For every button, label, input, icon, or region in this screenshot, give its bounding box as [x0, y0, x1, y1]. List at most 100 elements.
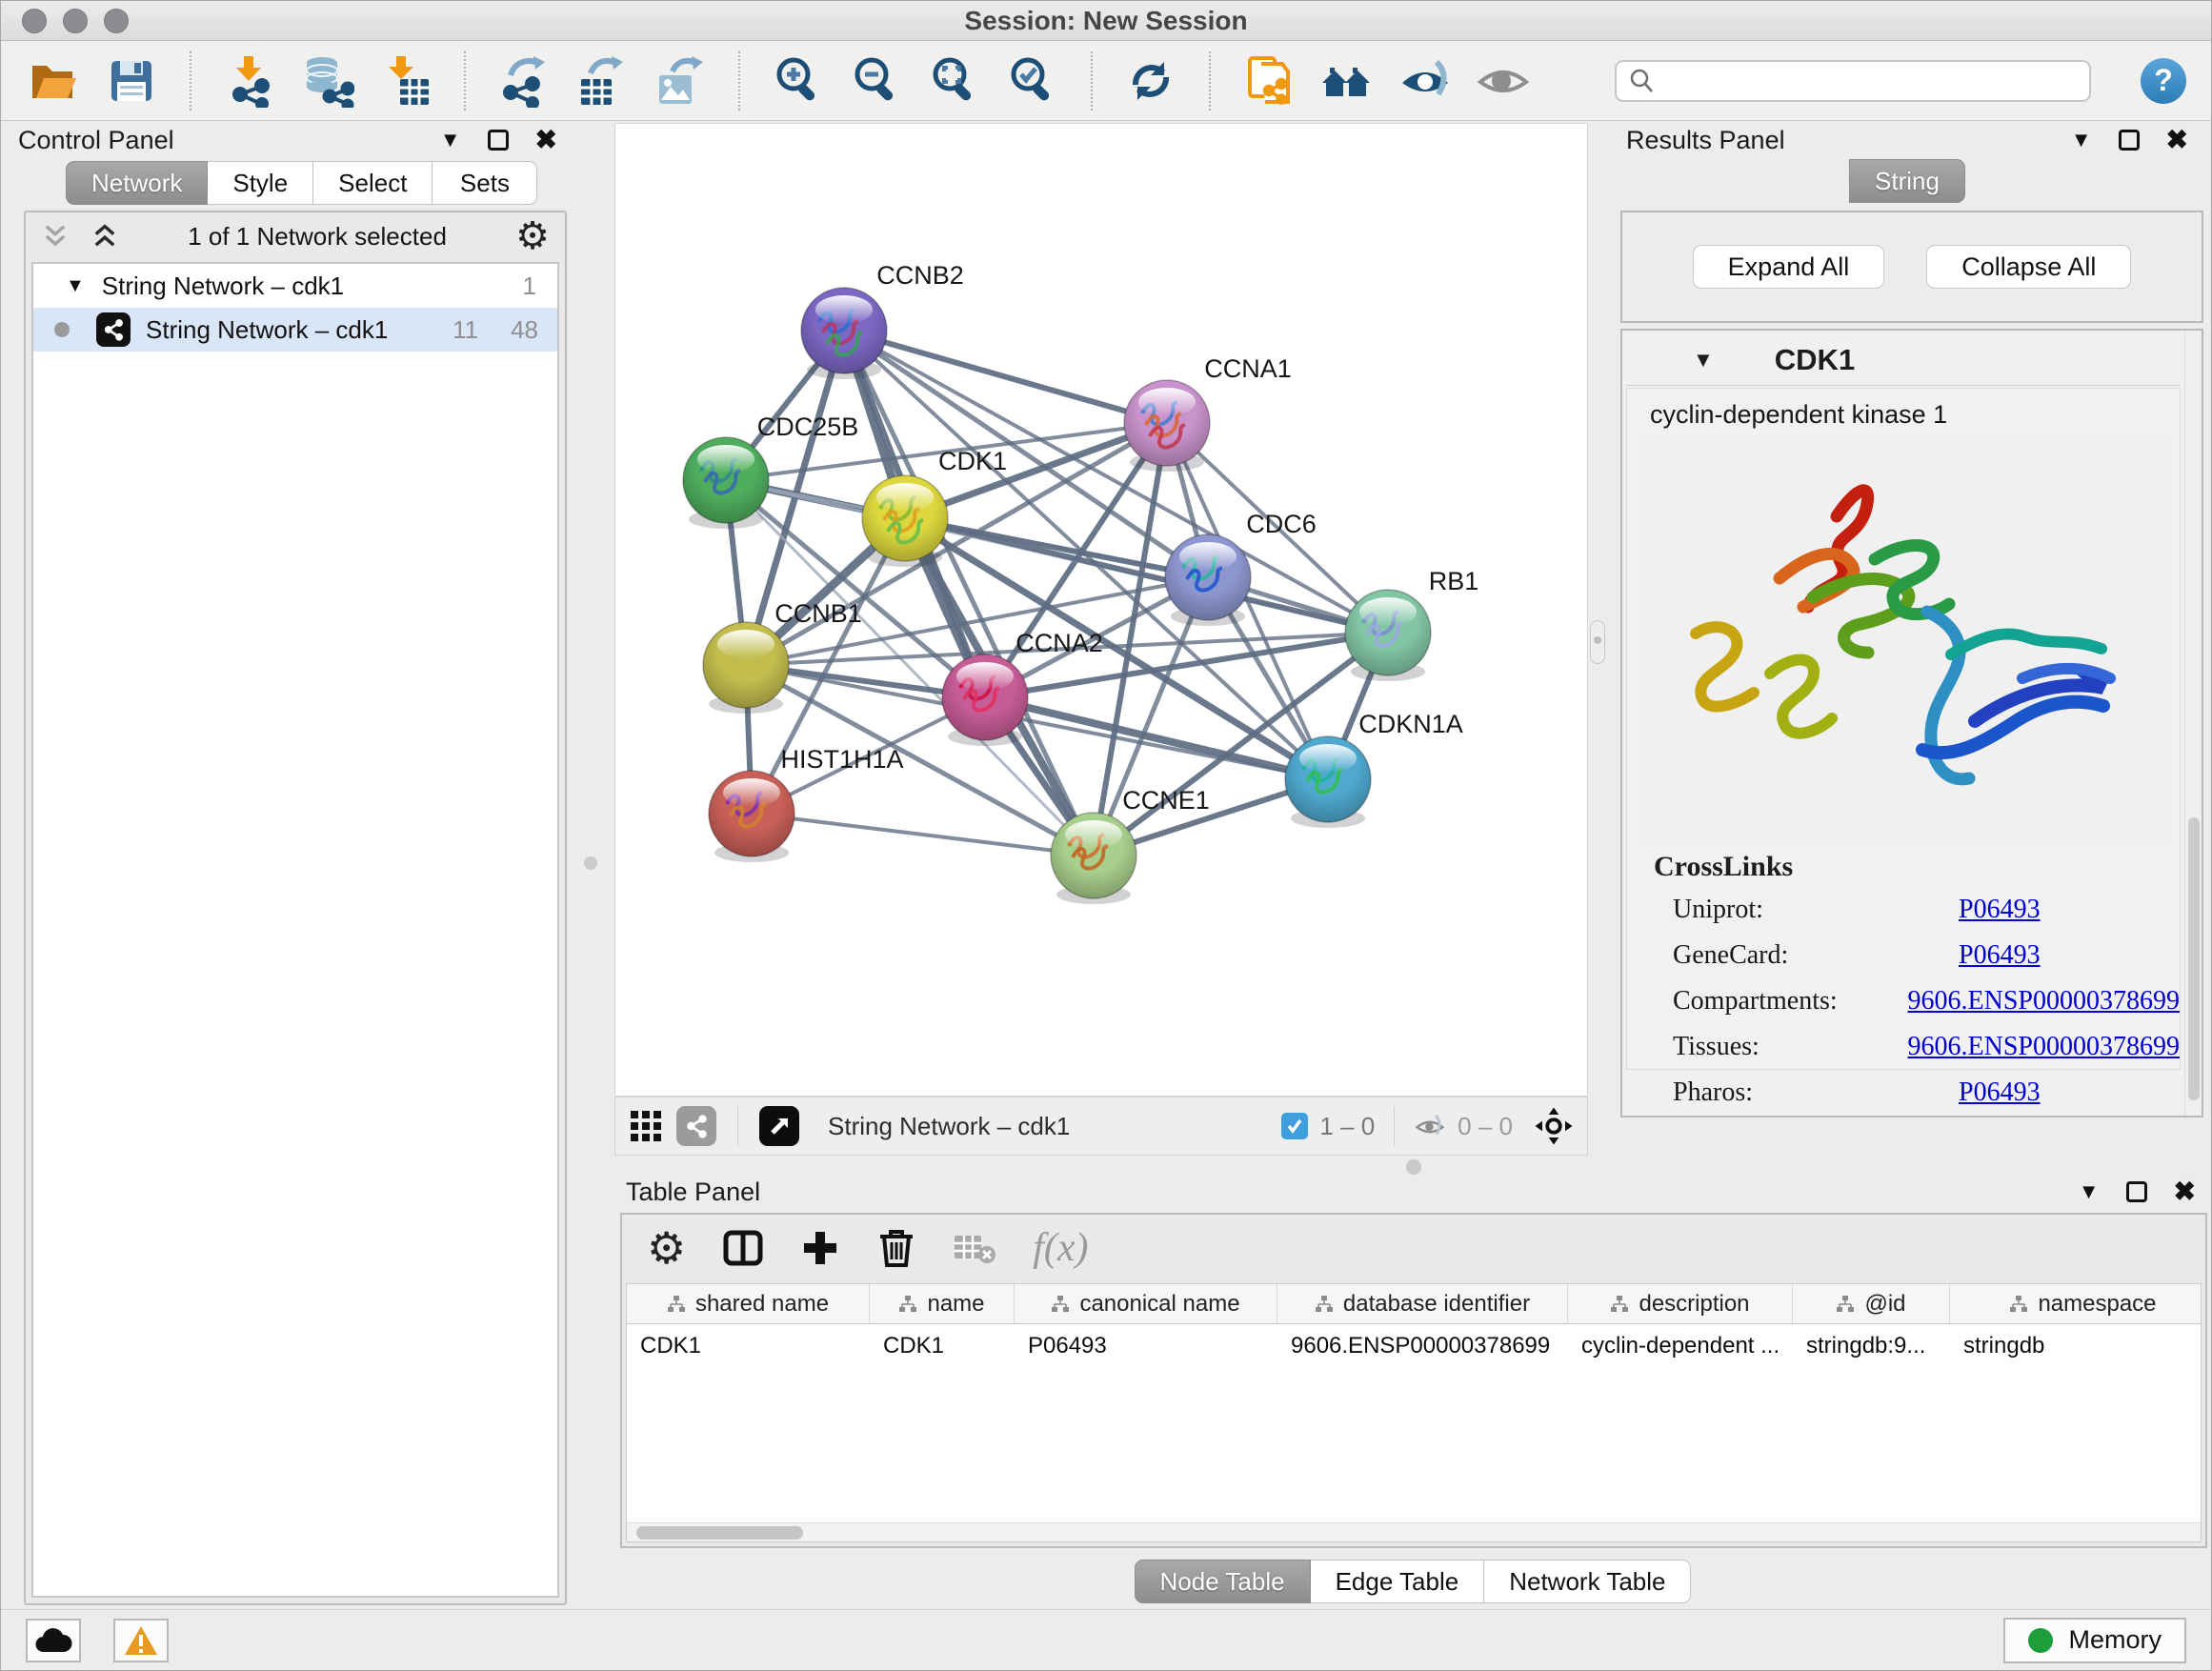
panel-menu-icon[interactable]: ▼ [2079, 1181, 2100, 1202]
tab-network[interactable]: Network [66, 161, 208, 205]
add-column-plus-icon[interactable] [800, 1228, 840, 1268]
table-cell[interactable]: stringdb:9... [1793, 1324, 1950, 1368]
table-cell[interactable]: cyclin-dependent ... [1568, 1324, 1793, 1368]
node-table[interactable]: shared namenamecanonical namedatabase id… [626, 1283, 2202, 1542]
expand-all-networks-icon[interactable] [90, 222, 119, 251]
column-header-description[interactable]: description [1568, 1284, 1793, 1323]
float-panel-icon[interactable] [488, 130, 509, 151]
column-header-database-identifier[interactable]: database identifier [1277, 1284, 1568, 1323]
table-row[interactable]: CDK1CDK1P064939606.ENSP00000378699cyclin… [627, 1324, 2201, 1368]
vertical-splitter-handle[interactable] [584, 856, 597, 870]
tab-string[interactable]: String [1849, 159, 1965, 203]
collapse-all-button[interactable]: Collapse All [1926, 245, 2131, 289]
canvas-splitter-handle[interactable] [1590, 620, 1605, 664]
network-options-gear-icon[interactable]: ⚙ [515, 217, 550, 255]
close-window-icon[interactable] [22, 9, 47, 33]
panel-menu-icon[interactable]: ▼ [440, 130, 461, 151]
selected-checkbox-icon[interactable] [1281, 1113, 1308, 1139]
birds-eye-view-icon[interactable] [759, 1106, 799, 1146]
hide-selected-button[interactable] [1398, 53, 1453, 109]
network-node-CCNE1[interactable]: CCNE1 [1051, 786, 1210, 904]
network-node-CDC25B[interactable]: CDC25B [683, 413, 858, 529]
zoom-in-button[interactable] [771, 53, 826, 109]
search-input[interactable] [1664, 66, 2078, 95]
network-node-CCNB2[interactable]: CCNB2 [801, 261, 964, 379]
show-columns-icon[interactable] [722, 1227, 764, 1269]
zoom-fit-button[interactable] [927, 53, 982, 109]
tab-network-table[interactable]: Network Table [1484, 1560, 1691, 1603]
collapse-collection-icon[interactable]: ▼ [66, 275, 85, 297]
network-node-CCNA1[interactable]: CCNA1 [1124, 354, 1292, 472]
float-panel-icon[interactable] [2126, 1181, 2147, 1202]
network-row[interactable]: String Network – cdk1 11 48 [33, 308, 557, 352]
import-network-database-button[interactable] [300, 53, 355, 109]
network-node-HIST1H1A[interactable]: HIST1H1A [709, 745, 904, 862]
table-cell[interactable]: CDK1 [870, 1324, 1015, 1368]
tab-select[interactable]: Select [313, 161, 432, 205]
network-node-RB1[interactable]: RB1 [1345, 567, 1478, 681]
results-scrollbar-thumb[interactable] [2188, 817, 2200, 1100]
table-horizontal-scrollbar[interactable] [627, 1522, 2201, 1541]
gene-header[interactable]: ▼ CDK1 [1626, 334, 2181, 386]
close-panel-icon[interactable]: ✖ [2174, 1178, 2196, 1205]
network-edge[interactable] [752, 814, 1094, 856]
crosslink-value-link[interactable]: 9606.ENSP00000378699 [1908, 986, 2180, 1017]
import-network-file-button[interactable] [222, 53, 277, 109]
open-session-button[interactable] [26, 53, 81, 109]
zoom-out-button[interactable] [849, 53, 904, 109]
collapse-all-networks-icon[interactable] [41, 222, 70, 251]
zoom-selected-button[interactable] [1005, 53, 1060, 109]
table-cell[interactable]: 9606.ENSP00000378699 [1277, 1324, 1568, 1368]
panel-menu-icon[interactable]: ▼ [2071, 130, 2092, 151]
tab-sets[interactable]: Sets [432, 161, 537, 205]
scrollbar-thumb[interactable] [636, 1526, 803, 1540]
delete-column-trash-icon[interactable] [876, 1227, 916, 1269]
network-badge-gray[interactable] [676, 1106, 716, 1146]
pan-crosshair-icon[interactable] [1534, 1106, 1574, 1146]
tab-node-table[interactable]: Node Table [1135, 1560, 1311, 1603]
grid-view-icon[interactable] [629, 1109, 663, 1143]
export-image-button[interactable] [653, 53, 708, 109]
import-table-button[interactable] [378, 53, 433, 109]
column-header-shared-name[interactable]: shared name [627, 1284, 870, 1323]
cloud-status-button[interactable] [26, 1619, 81, 1662]
results-scrollbar[interactable] [2184, 331, 2202, 1116]
network-node-CCNB1[interactable]: CCNB1 [703, 599, 862, 714]
float-panel-icon[interactable] [2119, 130, 2140, 151]
clone-network-button[interactable] [1241, 53, 1297, 109]
crosslink-value-link[interactable]: P06493 [1959, 1077, 2041, 1108]
column-header-name[interactable]: name [870, 1284, 1015, 1323]
warning-status-button[interactable] [113, 1619, 169, 1662]
memory-button[interactable]: Memory [2003, 1618, 2186, 1663]
crosslink-value-link[interactable]: 9606.ENSP00000378699 [1908, 1032, 2180, 1062]
export-network-button[interactable] [496, 53, 552, 109]
column-header-namespace[interactable]: namespace [1950, 1284, 2202, 1323]
network-node-CDKN1A[interactable]: CDKN1A [1285, 710, 1463, 828]
crosslink-value-link[interactable]: P06493 [1959, 940, 2041, 971]
save-session-button[interactable] [104, 53, 159, 109]
refresh-layout-button[interactable] [1123, 53, 1178, 109]
expand-all-button[interactable]: Expand All [1693, 245, 1885, 289]
export-table-button[interactable] [574, 53, 630, 109]
tab-edge-table[interactable]: Edge Table [1311, 1560, 1485, 1603]
network-collection-row[interactable]: ▼ String Network – cdk1 1 [33, 264, 557, 308]
table-cell[interactable]: CDK1 [627, 1324, 870, 1368]
close-panel-icon[interactable]: ✖ [2166, 127, 2188, 153]
horizontal-splitter-handle[interactable] [1406, 1159, 1421, 1175]
zoom-window-icon[interactable] [104, 9, 129, 33]
close-panel-icon[interactable]: ✖ [535, 127, 557, 153]
column-header-@id[interactable]: @id [1793, 1284, 1950, 1323]
window-controls[interactable] [22, 9, 129, 33]
table-options-gear-icon[interactable]: ⚙ [647, 1226, 686, 1270]
table-cell[interactable]: P06493 [1015, 1324, 1277, 1368]
column-header-canonical-name[interactable]: canonical name [1015, 1284, 1277, 1323]
table-cell[interactable]: stringdb [1950, 1324, 2202, 1368]
minimize-window-icon[interactable] [63, 9, 88, 33]
collapse-gene-icon[interactable]: ▼ [1693, 348, 1714, 372]
tab-style[interactable]: Style [208, 161, 313, 205]
network-view[interactable]: CCNB2CCNA1CDC25BCDK1CDC6RB1CCNB1CCNA2CDK… [614, 123, 1588, 1097]
crosslink-value-link[interactable]: P06493 [1959, 895, 2041, 925]
show-all-button[interactable] [1476, 53, 1531, 109]
help-button[interactable]: ? [2141, 58, 2186, 104]
first-neighbors-button[interactable] [1319, 53, 1375, 109]
